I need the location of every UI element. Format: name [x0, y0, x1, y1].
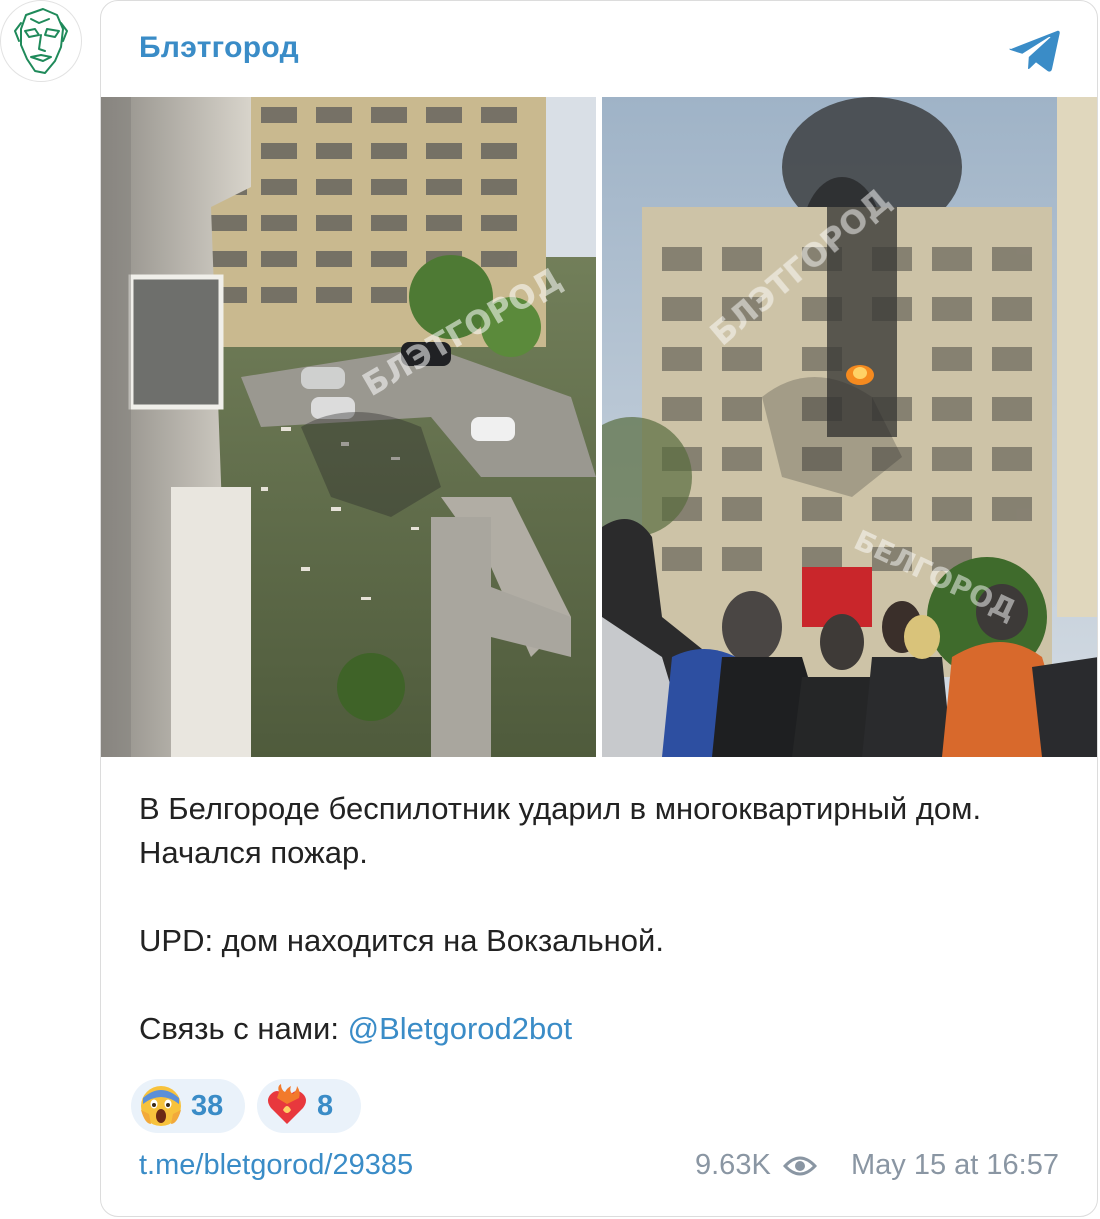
face-logo-icon: [14, 8, 68, 74]
channel-avatar[interactable]: [0, 0, 82, 82]
scream-emoji-icon: [141, 1086, 181, 1126]
message-paragraph-1: В Белгороде беспилотник ударил в многокв…: [139, 791, 982, 870]
reaction-count: 38: [191, 1089, 224, 1122]
reaction-scream[interactable]: 38: [131, 1079, 245, 1133]
courtyard-image: БЛЭТГОРОД: [101, 97, 596, 757]
heart-on-fire-emoji-icon: [268, 1084, 306, 1124]
contact-prefix: Связь с нами:: [139, 1011, 348, 1046]
reaction-heart-on-fire[interactable]: 8: [257, 1079, 361, 1133]
fire-image: БЛЭТГОРОД БЕЛГОРОД: [602, 97, 1097, 757]
message-contact-line: Связь с нами: @Bletgorod2bot: [139, 1007, 1059, 1051]
eye-icon: [782, 1156, 817, 1175]
message-paragraph-2: UPD: дом находится на Вокзальной.: [139, 923, 664, 958]
photo-fire[interactable]: БЛЭТГОРОД БЕЛГОРОД: [602, 97, 1097, 757]
photo-courtyard[interactable]: БЛЭТГОРОД: [101, 97, 596, 757]
post-card: Блэтгород БЛЭТГОРОД БЛЭТГОРОД БЕЛГОРОД В…: [100, 0, 1098, 1217]
post-date: May 15 at 16:57: [851, 1149, 1059, 1181]
media-grid[interactable]: БЛЭТГОРОД БЛЭТГОРОД БЕЛГОРОД: [101, 97, 1097, 757]
bot-mention-link[interactable]: @Bletgorod2bot: [348, 1011, 573, 1046]
view-counter: 9.63K: [695, 1149, 817, 1182]
views-count: 9.63K: [695, 1149, 771, 1181]
post-link[interactable]: t.me/bletgorod/29385: [139, 1149, 413, 1182]
channel-name[interactable]: Блэтгород: [139, 31, 299, 65]
reaction-count: 8: [317, 1089, 334, 1122]
telegram-icon[interactable]: [1009, 27, 1061, 75]
message-text: В Белгороде беспилотник ударил в многокв…: [139, 787, 1059, 1051]
